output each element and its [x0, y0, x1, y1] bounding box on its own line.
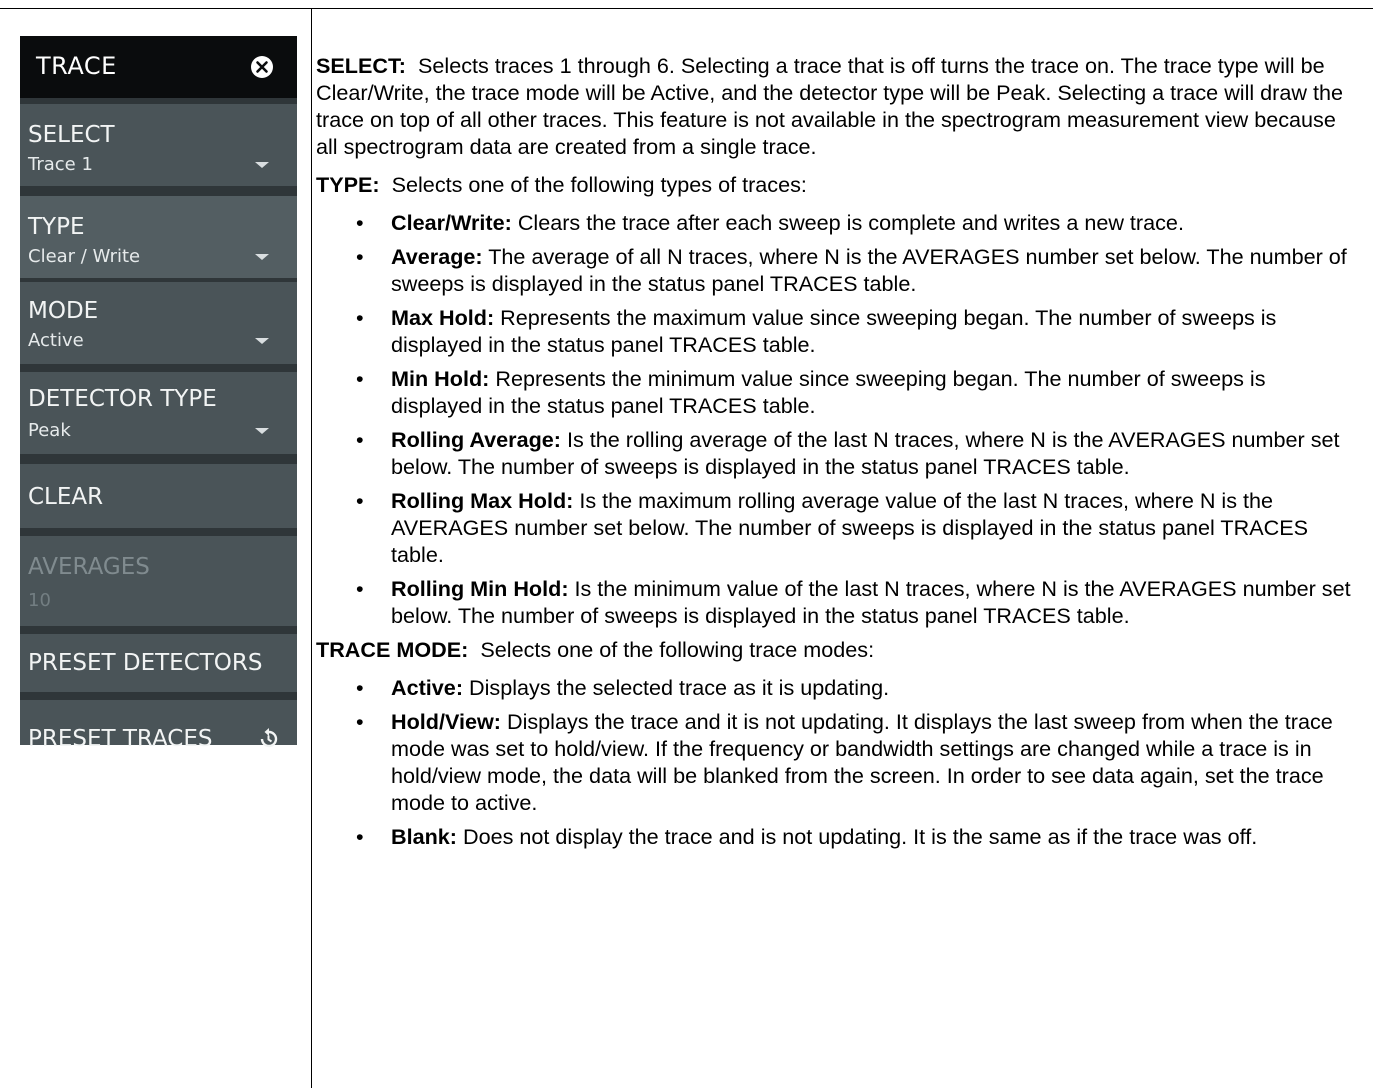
- bullet-term: Max Hold:: [391, 305, 495, 330]
- bullet-text: Displays the trace and it is not updatin…: [391, 709, 1333, 815]
- list-item: • Hold/View: Displays the trace and it is…: [356, 709, 1333, 815]
- list-item: • Rolling Max Hold: Is the maximum rollin…: [356, 488, 1309, 567]
- list-item: • Average: The average of all N traces, w…: [356, 244, 1347, 296]
- list-item: • Clear/Write: Clears the trace after eac…: [356, 210, 1184, 235]
- mode-label: MODE: [28, 298, 99, 324]
- list-item: • Rolling Min Hold: Is the minimum value …: [356, 576, 1351, 628]
- preset-detectors-label: PRESET DETECTORS: [28, 650, 263, 676]
- chevron-down-icon: [255, 428, 269, 434]
- clear-label: CLEAR: [28, 484, 104, 510]
- type-label: TYPE: [28, 214, 85, 240]
- bullet-term: Min Hold:: [391, 366, 490, 391]
- trace-mode-bullet-list: • Active: Displays the selected trace as …: [316, 674, 1361, 850]
- list-item: • Min Hold: Represents the minimum value …: [356, 366, 1266, 418]
- bullet-term: Active:: [391, 675, 464, 700]
- bullet-text: Does not display the trace and is not up…: [463, 824, 1258, 849]
- averages-menu-item: AVERAGES 10: [20, 536, 297, 626]
- trace-mode-term: TRACE MODE:: [316, 637, 469, 662]
- bullet-text: Displays the selected trace as it is upd…: [469, 675, 890, 700]
- trace-mode-paragraph: TRACE MODE: Selects one of the following…: [316, 636, 1361, 663]
- trace-mode-description: Selects one of the following trace modes…: [480, 637, 875, 662]
- averages-label: AVERAGES: [28, 554, 150, 580]
- preset-traces-label: PRESET TRACES: [28, 726, 213, 752]
- bullet-term: Rolling Average:: [391, 427, 561, 452]
- detector-type-label: DETECTOR TYPE: [28, 386, 217, 412]
- list-item: • Active: Displays the selected trace as …: [356, 675, 890, 700]
- mode-menu-item[interactable]: MODE Active: [20, 282, 297, 364]
- mode-value: Active: [28, 330, 84, 351]
- type-bullet-list: • Clear/Write: Clears the trace after eac…: [316, 209, 1361, 629]
- averages-value: 10: [28, 590, 51, 611]
- type-description: Selects one of the following types of tr…: [391, 172, 807, 197]
- trace-menu-header: TRACE: [20, 36, 297, 98]
- preset-traces-button[interactable]: PRESET TRACES: [20, 700, 297, 752]
- bullet-text: Represents the minimum value since sweep…: [391, 366, 1266, 418]
- documentation-text: SELECT: Selects traces 1 through 6. Sele…: [316, 52, 1361, 857]
- chevron-down-icon: [255, 338, 269, 344]
- preset-detectors-button[interactable]: PRESET DETECTORS: [20, 634, 297, 692]
- select-term: SELECT:: [316, 53, 406, 78]
- top-rule: [0, 8, 1373, 9]
- bullet-text: Represents the maximum value since sweep…: [391, 305, 1277, 357]
- bullet-term: Hold/View:: [391, 709, 501, 734]
- column-divider: [311, 8, 312, 1088]
- bullet-text: Clears the trace after each sweep is com…: [517, 210, 1184, 235]
- select-value: Trace 1: [28, 154, 93, 175]
- type-paragraph: TYPE: Selects one of the following types…: [316, 171, 1361, 198]
- select-label: SELECT: [28, 122, 115, 148]
- type-term: TYPE:: [316, 172, 380, 197]
- clear-button[interactable]: CLEAR: [20, 464, 297, 528]
- bullet-term: Clear/Write:: [391, 210, 512, 235]
- list-item: • Rolling Average: Is the rolling average…: [356, 427, 1340, 479]
- bullet-text: The average of all N traces, where N is …: [391, 244, 1347, 296]
- bullet-term: Rolling Max Hold:: [391, 488, 574, 513]
- close-icon[interactable]: [250, 55, 274, 79]
- trace-menu-panel: TRACE SELECT Trace 1 TYPE Clear / Write …: [20, 36, 297, 752]
- type-menu-item[interactable]: TYPE Clear / Write: [20, 196, 297, 278]
- bullet-term: Blank:: [391, 824, 457, 849]
- list-item: • Max Hold: Represents the maximum value …: [356, 305, 1277, 357]
- select-description: Selects traces 1 through 6. Selecting a …: [316, 53, 1343, 159]
- chevron-down-icon: [255, 254, 269, 260]
- select-paragraph: SELECT: Selects traces 1 through 6. Sele…: [316, 52, 1361, 160]
- detector-type-menu-item[interactable]: DETECTOR TYPE Peak: [20, 372, 297, 454]
- bullet-term: Rolling Min Hold:: [391, 576, 569, 601]
- chevron-down-icon: [255, 162, 269, 168]
- bullet-term: Average:: [391, 244, 483, 269]
- detector-type-value: Peak: [28, 420, 71, 441]
- select-menu-item[interactable]: SELECT Trace 1: [20, 104, 297, 186]
- trace-menu-title: TRACE: [36, 52, 117, 80]
- reset-icon: [260, 728, 278, 748]
- list-item: • Blank: Does not display the trace and i…: [356, 824, 1258, 849]
- type-value: Clear / Write: [28, 246, 141, 267]
